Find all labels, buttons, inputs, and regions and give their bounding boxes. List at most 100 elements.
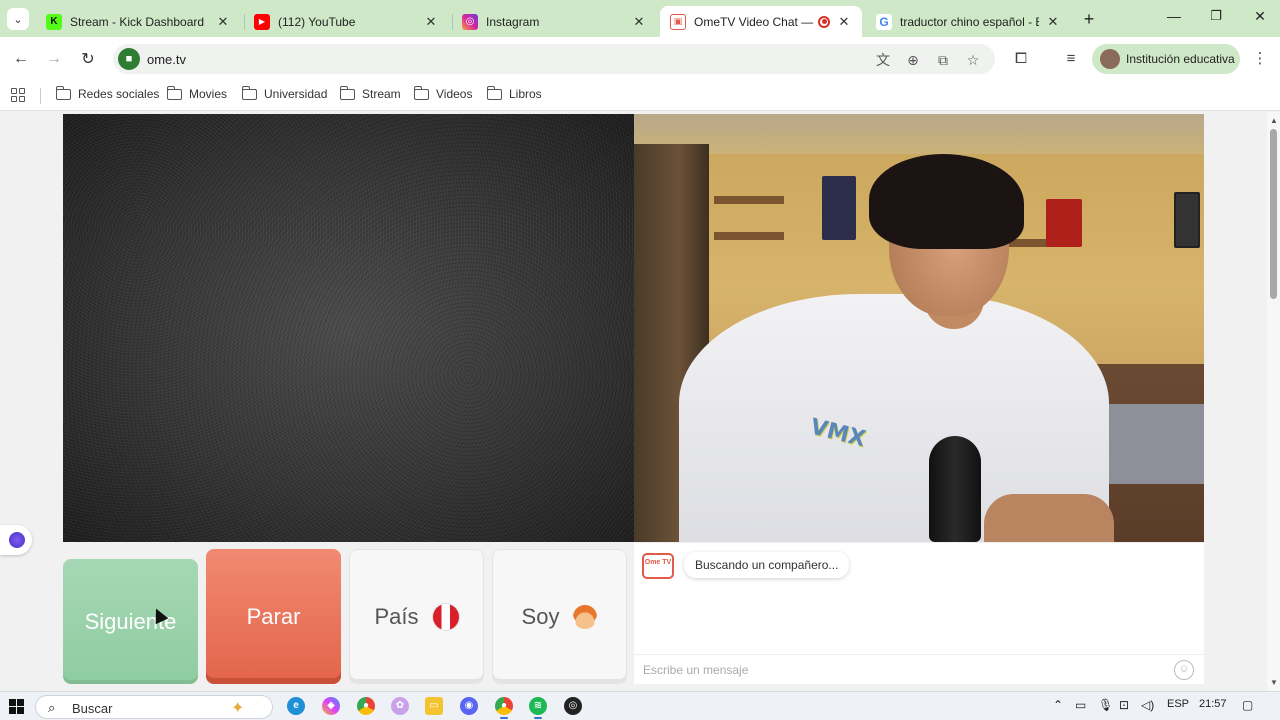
stop-button-label: Parar xyxy=(246,603,301,629)
scroll-down-icon[interactable]: ▼ xyxy=(1270,678,1278,687)
bookmark-folder[interactable]: Movies xyxy=(166,85,228,101)
language-indicator[interactable]: ESP xyxy=(1167,698,1189,710)
translate-icon[interactable]: 文 xyxy=(874,51,892,69)
reload-icon[interactable]: ↻ xyxy=(76,47,100,71)
profile-button[interactable]: Institución educativa xyxy=(1092,44,1240,74)
tab-instagram[interactable]: ◎ Instagram ✕ xyxy=(452,6,657,37)
obs-icon[interactable]: ◎ xyxy=(564,697,582,715)
battery-icon[interactable]: ▭ xyxy=(1075,698,1086,712)
minimize-icon[interactable]: — xyxy=(1162,8,1186,30)
copilot-icon[interactable]: ◆ xyxy=(322,697,340,715)
tab-ometv[interactable]: ▣ OmeTV Video Chat — C ✕ xyxy=(660,6,862,37)
address-bar[interactable]: ■ ome.tv 文 ⊕ ⧉ ☆ xyxy=(113,44,995,74)
room-ceiling xyxy=(634,114,1204,154)
file-explorer-icon[interactable]: ▭ xyxy=(425,697,443,715)
tab-search-button[interactable]: ⌄ xyxy=(7,8,29,30)
folder-icon xyxy=(413,85,429,100)
close-icon[interactable]: ✕ xyxy=(836,14,852,30)
taskbar-search[interactable]: ⌕ Buscar ✦ xyxy=(35,695,273,719)
self-camera-video: VMX xyxy=(634,114,1204,542)
tab-title: OmeTV Video Chat — C xyxy=(694,14,814,29)
edge-icon[interactable]: e xyxy=(287,697,305,715)
wall-poster xyxy=(822,176,856,240)
close-icon[interactable]: ✕ xyxy=(215,14,231,30)
country-filter-button[interactable]: País xyxy=(349,549,484,684)
folder-icon xyxy=(55,85,71,100)
next-button[interactable]: Siguiente xyxy=(63,559,198,684)
bookmark-label: Movies xyxy=(189,87,228,101)
network-icon[interactable]: ⊡ xyxy=(1119,698,1129,712)
apps-icon[interactable] xyxy=(11,88,25,102)
window-close-icon[interactable]: ✕ xyxy=(1248,8,1272,30)
chat-input-row: ☺ xyxy=(634,654,1204,685)
folder-icon xyxy=(166,85,182,100)
folder-icon xyxy=(339,85,355,100)
side-extension-button[interactable] xyxy=(0,525,32,555)
new-tab-button[interactable]: + xyxy=(1080,10,1098,28)
emoji-icon[interactable]: ☺ xyxy=(1174,660,1194,680)
zoom-icon[interactable]: ⊕ xyxy=(904,51,922,69)
bookmarks-divider xyxy=(40,88,41,104)
stop-button[interactable]: Parar xyxy=(206,549,341,684)
install-app-icon[interactable]: ⧉ xyxy=(934,51,952,69)
tab-kick-dashboard[interactable]: K Stream - Kick Dashboard ✕ xyxy=(36,6,241,37)
person-hand xyxy=(984,494,1114,542)
tab-youtube[interactable]: ▶ (112) YouTube ✕ xyxy=(244,6,449,37)
close-icon[interactable]: ✕ xyxy=(631,14,647,30)
tab-title: Stream - Kick Dashboard xyxy=(70,14,205,29)
bookmark-folder[interactable]: Libros xyxy=(486,85,542,101)
discord-icon[interactable]: ◉ xyxy=(460,697,478,715)
chat-panel: Ome TV Buscando un compañero... ☺ xyxy=(634,542,1204,684)
bookmark-folder[interactable]: Videos xyxy=(413,85,472,101)
site-info-icon[interactable]: ■ xyxy=(118,48,140,70)
gender-select-button[interactable]: Soy xyxy=(492,549,627,684)
gender-button-label: Soy xyxy=(521,603,560,629)
forward-icon[interactable]: → xyxy=(42,47,66,71)
search-label: Buscar xyxy=(72,701,113,716)
ometv-logo-icon: Ome TV xyxy=(642,553,674,579)
tab-strip: ⌄ K Stream - Kick Dashboard ✕ ▶ (112) Yo… xyxy=(0,0,1280,37)
close-icon[interactable]: ✕ xyxy=(1045,14,1061,30)
chat-message-input[interactable] xyxy=(643,663,1143,677)
scrollbar-thumb[interactable] xyxy=(1270,129,1277,299)
restore-icon[interactable]: ❐ xyxy=(1204,8,1228,30)
profile-label: Institución educativa xyxy=(1126,52,1235,66)
microphone xyxy=(929,436,981,542)
tray-overflow-icon[interactable]: ⌃ xyxy=(1053,698,1063,712)
avatar xyxy=(1100,49,1120,69)
youtube-icon: ▶ xyxy=(254,13,270,30)
video-static xyxy=(63,114,634,542)
extension-brain-icon xyxy=(9,532,25,548)
bookmark-star-icon[interactable]: ☆ xyxy=(964,51,982,69)
media-controls-icon[interactable]: ≡ xyxy=(1061,49,1081,69)
room-shelf xyxy=(714,196,784,204)
folder-icon xyxy=(241,85,257,100)
scroll-up-icon[interactable]: ▲ xyxy=(1270,116,1278,125)
microphone-icon[interactable]: 🎙︎ xyxy=(1098,698,1113,712)
app-icon[interactable]: ✿ xyxy=(391,697,409,715)
notifications-icon[interactable]: ▢ xyxy=(1242,698,1253,712)
chrome-icon[interactable]: ● xyxy=(357,697,375,715)
bookmark-folder[interactable]: Stream xyxy=(339,85,401,101)
bookmark-label: Universidad xyxy=(264,87,328,101)
tab-google-translate-search[interactable]: G traductor chino español - Bu ✕ xyxy=(866,6,1071,37)
bookmark-folder[interactable]: Redes sociales xyxy=(55,85,159,101)
extensions-icon[interactable]: ⧠ xyxy=(1011,49,1031,69)
copilot-sparkle-icon: ✦ xyxy=(231,700,245,717)
chrome-profile-icon[interactable]: ● xyxy=(495,697,513,719)
menu-icon[interactable]: ⋮ xyxy=(1250,49,1270,69)
clock[interactable]: 21:57 xyxy=(1199,698,1227,710)
peru-flag-icon xyxy=(432,603,459,630)
back-icon[interactable]: ← xyxy=(9,47,33,71)
windows-taskbar: ⌕ Buscar ✦ e ◆ ● ✿ ▭ ◉ ● ≋ ◎ ⌃ ▭ 🎙︎ ⊡ ◁)… xyxy=(0,691,1280,720)
bookmarks-bar: Redes sociales Movies Universidad Stream… xyxy=(0,81,1280,111)
spotify-icon[interactable]: ≋ xyxy=(529,697,547,719)
page-scrollbar[interactable]: ▲ ▼ xyxy=(1267,112,1280,691)
bookmark-folder[interactable]: Universidad xyxy=(241,85,328,101)
start-icon[interactable] xyxy=(9,699,24,714)
tab-title: traductor chino español - Bu xyxy=(900,14,1039,29)
close-icon[interactable]: ✕ xyxy=(423,14,439,30)
url-text[interactable]: ome.tv xyxy=(147,52,186,67)
volume-icon[interactable]: ◁) xyxy=(1141,698,1154,712)
browser-toolbar: ← → ↻ ■ ome.tv 文 ⊕ ⧉ ☆ ⧠ ≡ Institución e… xyxy=(0,37,1280,81)
